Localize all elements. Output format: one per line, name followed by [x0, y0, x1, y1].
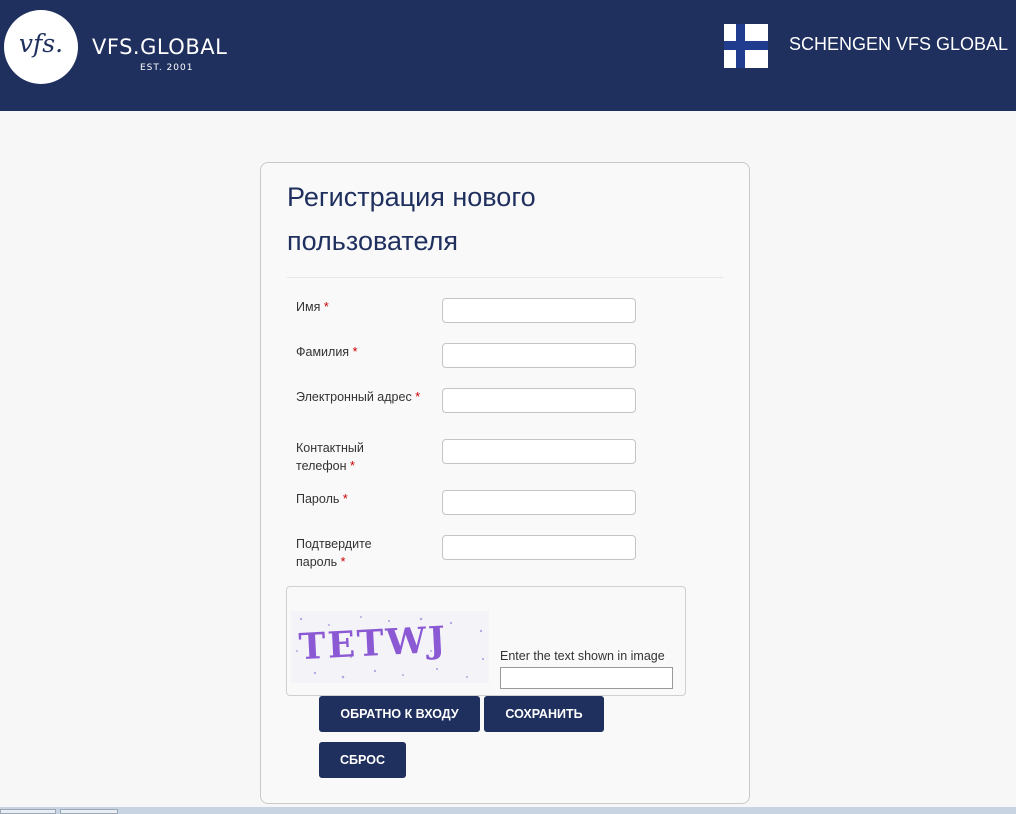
back-to-login-button[interactable]: ОБРАТНО К ВХОДУ — [319, 696, 480, 732]
password-label: Пароль * — [296, 492, 348, 506]
confirm-password-label: Подтвердите пароль * — [296, 537, 372, 569]
captcha-text: TETWJ — [298, 619, 448, 669]
finland-flag-icon — [724, 24, 768, 68]
captcha-image: TETWJ — [291, 611, 489, 683]
captcha-label: Enter the text shown in image — [500, 649, 665, 663]
taskbar — [0, 807, 1016, 814]
email-input[interactable] — [442, 388, 636, 413]
taskbar-item[interactable] — [0, 809, 56, 814]
required-marker: * — [415, 390, 421, 404]
captcha-input[interactable] — [500, 667, 673, 689]
required-marker: * — [323, 300, 329, 314]
first-name-input[interactable] — [442, 298, 636, 323]
last-name-label: Фамилия * — [296, 345, 358, 359]
phone-label: Контактный телефон * — [296, 441, 364, 473]
reset-button[interactable]: СБРОС — [319, 742, 406, 778]
registration-panel: Регистрация нового пользователя Имя * Фа… — [260, 162, 750, 804]
required-marker: * — [350, 459, 355, 473]
required-marker: * — [340, 555, 346, 569]
brand-established: EST. 2001 — [140, 63, 194, 73]
header-title: SCHENGEN VFS GLOBAL — [789, 34, 1009, 54]
captcha-box: TETWJ Enter the text shown in image — [286, 586, 686, 696]
password-input[interactable] — [442, 490, 636, 515]
vfs-logo[interactable]: vfs. — [4, 10, 78, 84]
title-divider — [287, 277, 723, 278]
taskbar-item[interactable] — [60, 809, 118, 814]
required-marker: * — [342, 492, 348, 506]
page-title: Регистрация нового пользователя — [287, 182, 536, 256]
site-header: vfs. VFS.GLOBAL EST. 2001 SCHENGEN VFS G… — [0, 0, 1016, 111]
confirm-password-input[interactable] — [442, 535, 636, 560]
save-button[interactable]: СОХРАНИТЬ — [484, 696, 604, 732]
first-name-label: Имя * — [296, 300, 329, 314]
required-marker: * — [352, 345, 358, 359]
email-label: Электронный адрес * — [296, 390, 421, 404]
last-name-input[interactable] — [442, 343, 636, 368]
logo-mark: vfs. — [18, 29, 64, 58]
phone-input[interactable] — [442, 439, 636, 464]
brand-name: VFS.GLOBAL — [92, 35, 228, 59]
